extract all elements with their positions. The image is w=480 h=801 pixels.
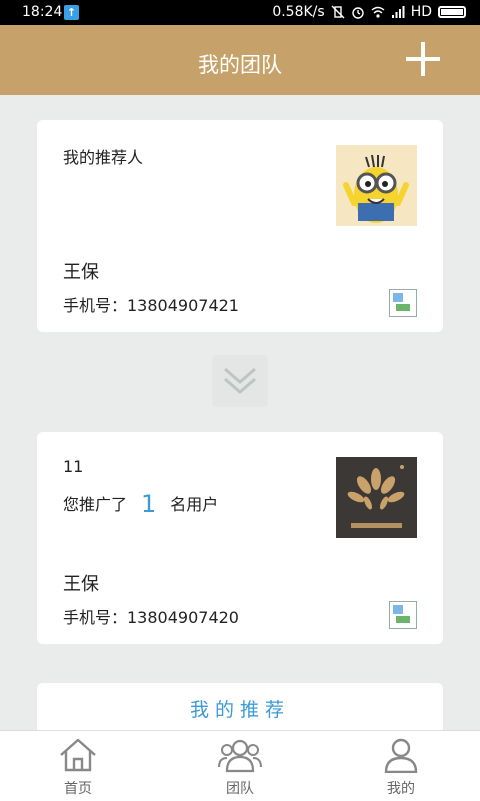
- wifi-icon: [371, 6, 385, 18]
- nav-label-home: 首页: [64, 781, 92, 797]
- signal-icon: [391, 6, 405, 18]
- referrer-avatar[interactable]: [336, 145, 417, 226]
- nav-item-home[interactable]: 首页: [18, 731, 138, 801]
- home-icon: [60, 738, 96, 772]
- chevron-down-icon: [212, 355, 268, 407]
- broken-image-icon: [389, 601, 417, 629]
- network-speed: 0.58K/s: [272, 4, 325, 20]
- upload-notification-icon: ↑: [64, 5, 79, 20]
- team-member-phone: 手机号：13804907420: [63, 608, 239, 627]
- team-card: 11 您推广了 1 名用户 王保 手机号：13804907420: [37, 432, 443, 644]
- alarm-icon: [351, 7, 364, 19]
- user-icon: [384, 738, 418, 773]
- tab-my-recommendations-label: 我的推荐: [189, 699, 290, 721]
- battery-icon: [438, 6, 466, 18]
- status-bar: 18:24 ↑ 0.58K/s HD: [0, 0, 480, 25]
- referrer-phone: 手机号：13804907421: [63, 296, 239, 315]
- promo-count: 1: [141, 490, 157, 518]
- status-time: 18:24: [22, 4, 63, 20]
- app-header: 我的团队: [0, 25, 480, 95]
- vibrate-off-icon: [331, 5, 345, 19]
- bottom-navigation: 首页 团队 我的: [0, 730, 480, 801]
- add-icon[interactable]: [406, 42, 440, 76]
- referrer-label: 我的推荐人: [63, 148, 144, 167]
- team-avatar[interactable]: [336, 457, 417, 538]
- promo-summary: 您推广了 1 名用户: [63, 490, 218, 518]
- promo-prefix: 您推广了: [63, 495, 128, 514]
- team-id: 11: [63, 457, 84, 476]
- nav-label-mine: 我的: [387, 781, 415, 797]
- team-member-name: 王保: [63, 574, 99, 595]
- nav-label-team: 团队: [226, 781, 254, 797]
- status-right-group: 0.58K/s HD: [272, 4, 466, 20]
- referrer-name: 王保: [63, 262, 99, 283]
- team-icon: [218, 739, 262, 773]
- referrer-card: 我的推荐人 王保 手机号：13804907421: [37, 120, 443, 332]
- network-type: HD: [410, 4, 432, 20]
- nav-item-team[interactable]: 团队: [180, 731, 300, 801]
- broken-image-icon: [389, 289, 417, 317]
- promo-suffix: 名用户: [170, 495, 219, 514]
- nav-item-mine[interactable]: 我的: [341, 731, 461, 801]
